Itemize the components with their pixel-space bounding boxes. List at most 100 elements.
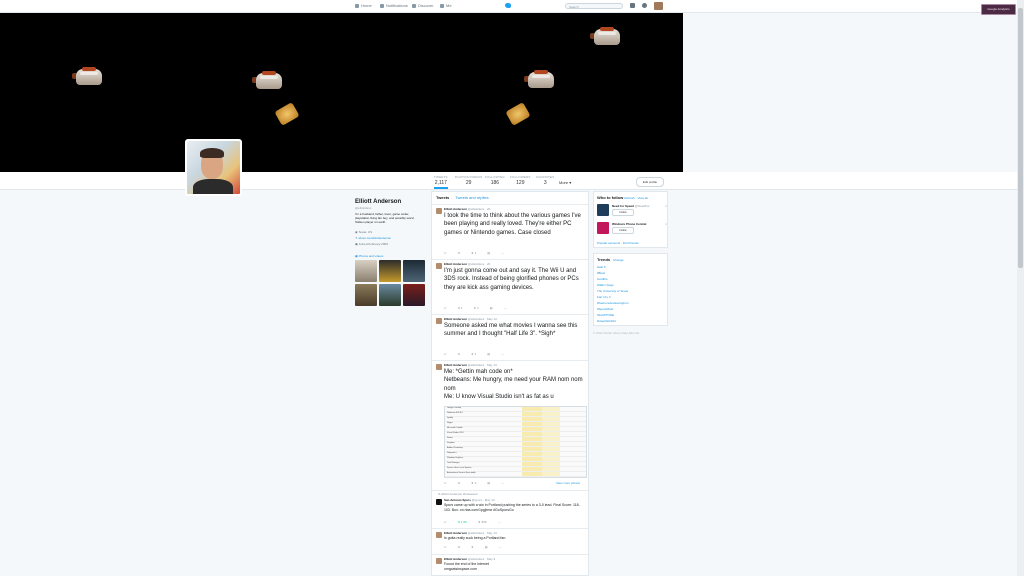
close-icon[interactable]: × (665, 222, 667, 226)
photo-thumbnail[interactable] (355, 284, 377, 306)
refresh-view-all-link[interactable]: Refresh · View all (624, 196, 647, 200)
tweet-author[interactable]: Elliott Anderson @elliottdevs · 2h (444, 207, 490, 211)
profile-handle[interactable]: @elliottdevs (355, 206, 371, 210)
share-icon[interactable]: ▤ (487, 251, 490, 255)
website-link[interactable]: about.me/elliottanderson (358, 236, 391, 240)
avatar[interactable] (436, 558, 442, 564)
tweet-embedded-image[interactable]: Google Chrome Netbeans IDE 8.0 Spotify S… (444, 406, 587, 478)
retweet-icon[interactable]: ⇅ 1 (458, 306, 463, 310)
photo-thumbnail[interactable] (379, 260, 401, 282)
trend-item[interactable]: #Boat (597, 271, 605, 275)
edit-profile-button[interactable]: Edit profile (636, 177, 664, 187)
close-icon[interactable]: × (665, 204, 667, 208)
tweet[interactable]: Elliott Anderson @elliottdevs · 2h I too… (432, 204, 588, 259)
photo-thumbnail[interactable] (403, 284, 425, 306)
avatar[interactable] (436, 318, 442, 324)
reply-icon[interactable]: ↩ (444, 352, 447, 356)
tweet-author[interactable]: Elliott Anderson @elliottdevs · May 13 (444, 531, 497, 535)
stat-tweets[interactable]: TWEETS 2,117 (434, 175, 448, 189)
extension-button[interactable]: Google Analytics (981, 4, 1016, 15)
reply-icon[interactable]: ↩ (444, 306, 447, 310)
retweet-icon[interactable]: ⇅ (458, 545, 461, 549)
trend-item[interactable]: SlottiSTONE (597, 313, 614, 317)
favorite-icon[interactable]: ★ (471, 545, 474, 549)
retweet-icon[interactable]: ⇅ 1.6K (458, 520, 468, 524)
trend-item[interactable]: #Heartbit2014 (597, 319, 616, 323)
tweet[interactable]: Elliott Anderson @elliottdevs · May 9 Fo… (432, 554, 588, 576)
stat-followers[interactable]: FOLLOWERS 129 (510, 175, 531, 186)
tweet-author[interactable]: Elliott Anderson @elliottdevs · May 13 (444, 317, 497, 321)
avatar[interactable] (436, 364, 442, 370)
retweet-icon[interactable]: ⇅ (458, 251, 461, 255)
scrollbar-thumb[interactable] (1018, 8, 1023, 268)
retweet-icon[interactable]: ⇅ (458, 352, 461, 356)
favorite-icon[interactable]: ★ 1 (474, 306, 479, 310)
profile-website[interactable]: ⚭ about.me/elliottanderson (355, 236, 391, 240)
reply-icon[interactable]: ↩ (444, 545, 447, 549)
nav-discover[interactable]: Discover (412, 3, 434, 8)
follow-button[interactable]: Follow (612, 227, 634, 234)
tweet[interactable]: Elliott Anderson @elliottdevs · 2h I'm j… (432, 259, 588, 314)
more-icon[interactable]: ⋯ (501, 251, 504, 255)
tweet-author[interactable]: San Antonio Spurs @spurs · May 13 (444, 498, 495, 502)
avatar[interactable] (597, 222, 609, 234)
favorite-icon[interactable]: ★ 2 (471, 481, 476, 485)
tweet[interactable]: Elliott Anderson @elliottdevs · May 13 I… (432, 528, 588, 554)
profile-name[interactable]: Elliott Anderson (355, 199, 401, 205)
tweet[interactable]: ⇅ Elliott Anderson Retweeted San Antonio… (432, 490, 588, 528)
compose-tweet-button[interactable] (654, 2, 663, 10)
avatar[interactable] (436, 532, 442, 538)
tab-tweets-and-replies[interactable]: Tweets and replies (455, 195, 488, 200)
trend-item[interactable]: The University of Texas (597, 289, 628, 293)
trend-item[interactable]: Walk'n Dogs (597, 283, 614, 287)
trend-item[interactable]: Farr Cry 4 (597, 295, 611, 299)
tweet-author[interactable]: Elliott Anderson @elliottdevs · May 13 (444, 363, 497, 367)
footer-links[interactable]: © 2014 Twitter About Help Ads info (593, 331, 639, 335)
share-icon[interactable]: ▤ (487, 481, 490, 485)
photos-videos-link[interactable]: ▣ Photos and videos (355, 254, 383, 258)
tweet[interactable]: Elliott Anderson @elliottdevs · May 13 S… (432, 314, 588, 360)
avatar[interactable] (436, 499, 442, 505)
photo-thumbnail[interactable] (379, 284, 401, 306)
more-icon[interactable]: ⋯ (501, 352, 504, 356)
share-icon[interactable]: ▤ (487, 352, 490, 356)
trend-item[interactable]: Gotdfire (597, 277, 608, 281)
search-input[interactable]: Search (565, 3, 623, 9)
tweet-author[interactable]: Elliott Anderson @elliottdevs · May 9 (444, 557, 495, 561)
nav-home[interactable]: Home (355, 3, 372, 8)
tweet-author[interactable]: Elliott Anderson @elliottdevs · 2h (444, 262, 490, 266)
retweeted-by[interactable]: ⇅ Elliott Anderson Retweeted (438, 492, 477, 496)
more-icon[interactable]: ⋯ (501, 481, 504, 485)
share-icon[interactable]: ▤ (485, 545, 488, 549)
photo-thumbnail[interactable] (355, 260, 377, 282)
gear-icon[interactable] (642, 3, 647, 8)
reply-icon[interactable]: ↩ (444, 520, 447, 524)
stat-following[interactable]: FOLLOWING 186 (485, 175, 505, 186)
scrollbar[interactable] (1017, 0, 1024, 576)
twitter-bird-icon[interactable] (505, 3, 511, 8)
more-dropdown[interactable]: More ▾ (559, 180, 571, 185)
popular-accounts-links[interactable]: Popular accounts · Find friends (597, 241, 639, 245)
retweet-icon[interactable]: ⇅ (458, 481, 461, 485)
avatar[interactable] (436, 263, 442, 269)
reply-icon[interactable]: ↩ (444, 251, 447, 255)
photo-thumbnail[interactable] (403, 260, 425, 282)
follow-button[interactable]: Follow (612, 209, 634, 216)
tweet[interactable]: Elliott Anderson @elliottdevs · May 13 M… (432, 360, 588, 490)
avatar[interactable] (597, 204, 609, 216)
stat-photos[interactable]: PHOTOS/VIDEOS 29 (455, 175, 482, 186)
favorite-icon[interactable]: ★ 1 (471, 251, 476, 255)
favorite-icon[interactable]: ★ 1 (471, 352, 476, 356)
trend-item[interactable]: Halo 5 (597, 265, 606, 269)
nav-notifications[interactable]: Notifications (380, 3, 408, 8)
suggestion-name[interactable]: Need for Speed @NeedFor (612, 204, 650, 208)
more-icon[interactable]: ⋯ (499, 545, 502, 549)
trends-change-link[interactable]: · Change (611, 258, 623, 262)
avatar[interactable] (436, 208, 442, 214)
more-icon[interactable]: ⋯ (504, 306, 507, 310)
suggestion-name[interactable]: Windows Phone Central (612, 222, 646, 226)
reply-icon[interactable]: ↩ (444, 481, 447, 485)
trend-item[interactable]: #SpursPlast (597, 307, 613, 311)
more-icon[interactable]: ⋯ (498, 520, 501, 524)
messages-icon[interactable] (630, 3, 635, 8)
